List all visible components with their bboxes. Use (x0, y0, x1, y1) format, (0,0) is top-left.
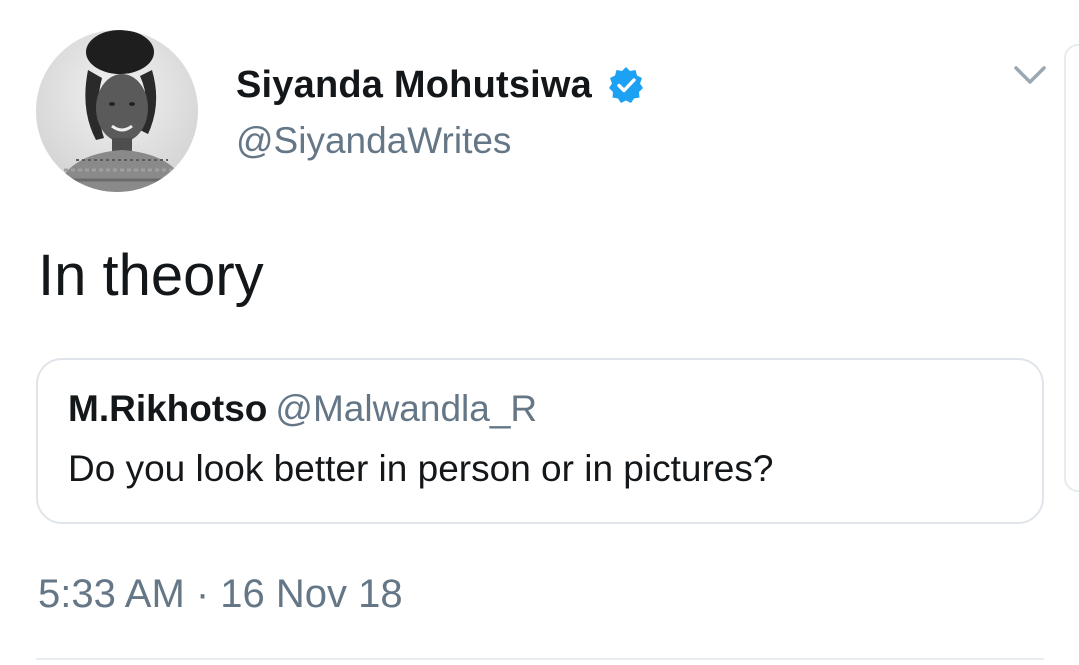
tweet-timestamp[interactable]: 5:33 AM · 16 Nov 18 (38, 572, 403, 617)
quoted-tweet-header: M.Rikhotso @Malwandla_R (68, 388, 537, 430)
verified-badge-icon (606, 65, 646, 105)
quoted-author-handle: @Malwandla_R (275, 388, 538, 429)
avatar[interactable] (36, 30, 198, 192)
divider (36, 658, 1044, 660)
quoted-author-name: M.Rikhotso (68, 388, 268, 429)
author-handle[interactable]: @SiyandaWrites (236, 120, 511, 162)
author-display-name[interactable]: Siyanda Mohutsiwa (236, 64, 592, 107)
author-row: Siyanda Mohutsiwa (236, 60, 646, 110)
adjacent-card-edge (1064, 44, 1079, 492)
quoted-tweet-card[interactable]: M.Rikhotso @Malwandla_R Do you look bette… (36, 358, 1044, 524)
avatar-photo (36, 30, 198, 192)
tweet-text: In theory (38, 243, 264, 308)
chevron-down-icon[interactable] (1012, 60, 1048, 88)
quoted-tweet-text: Do you look better in person or in pictu… (68, 448, 774, 489)
